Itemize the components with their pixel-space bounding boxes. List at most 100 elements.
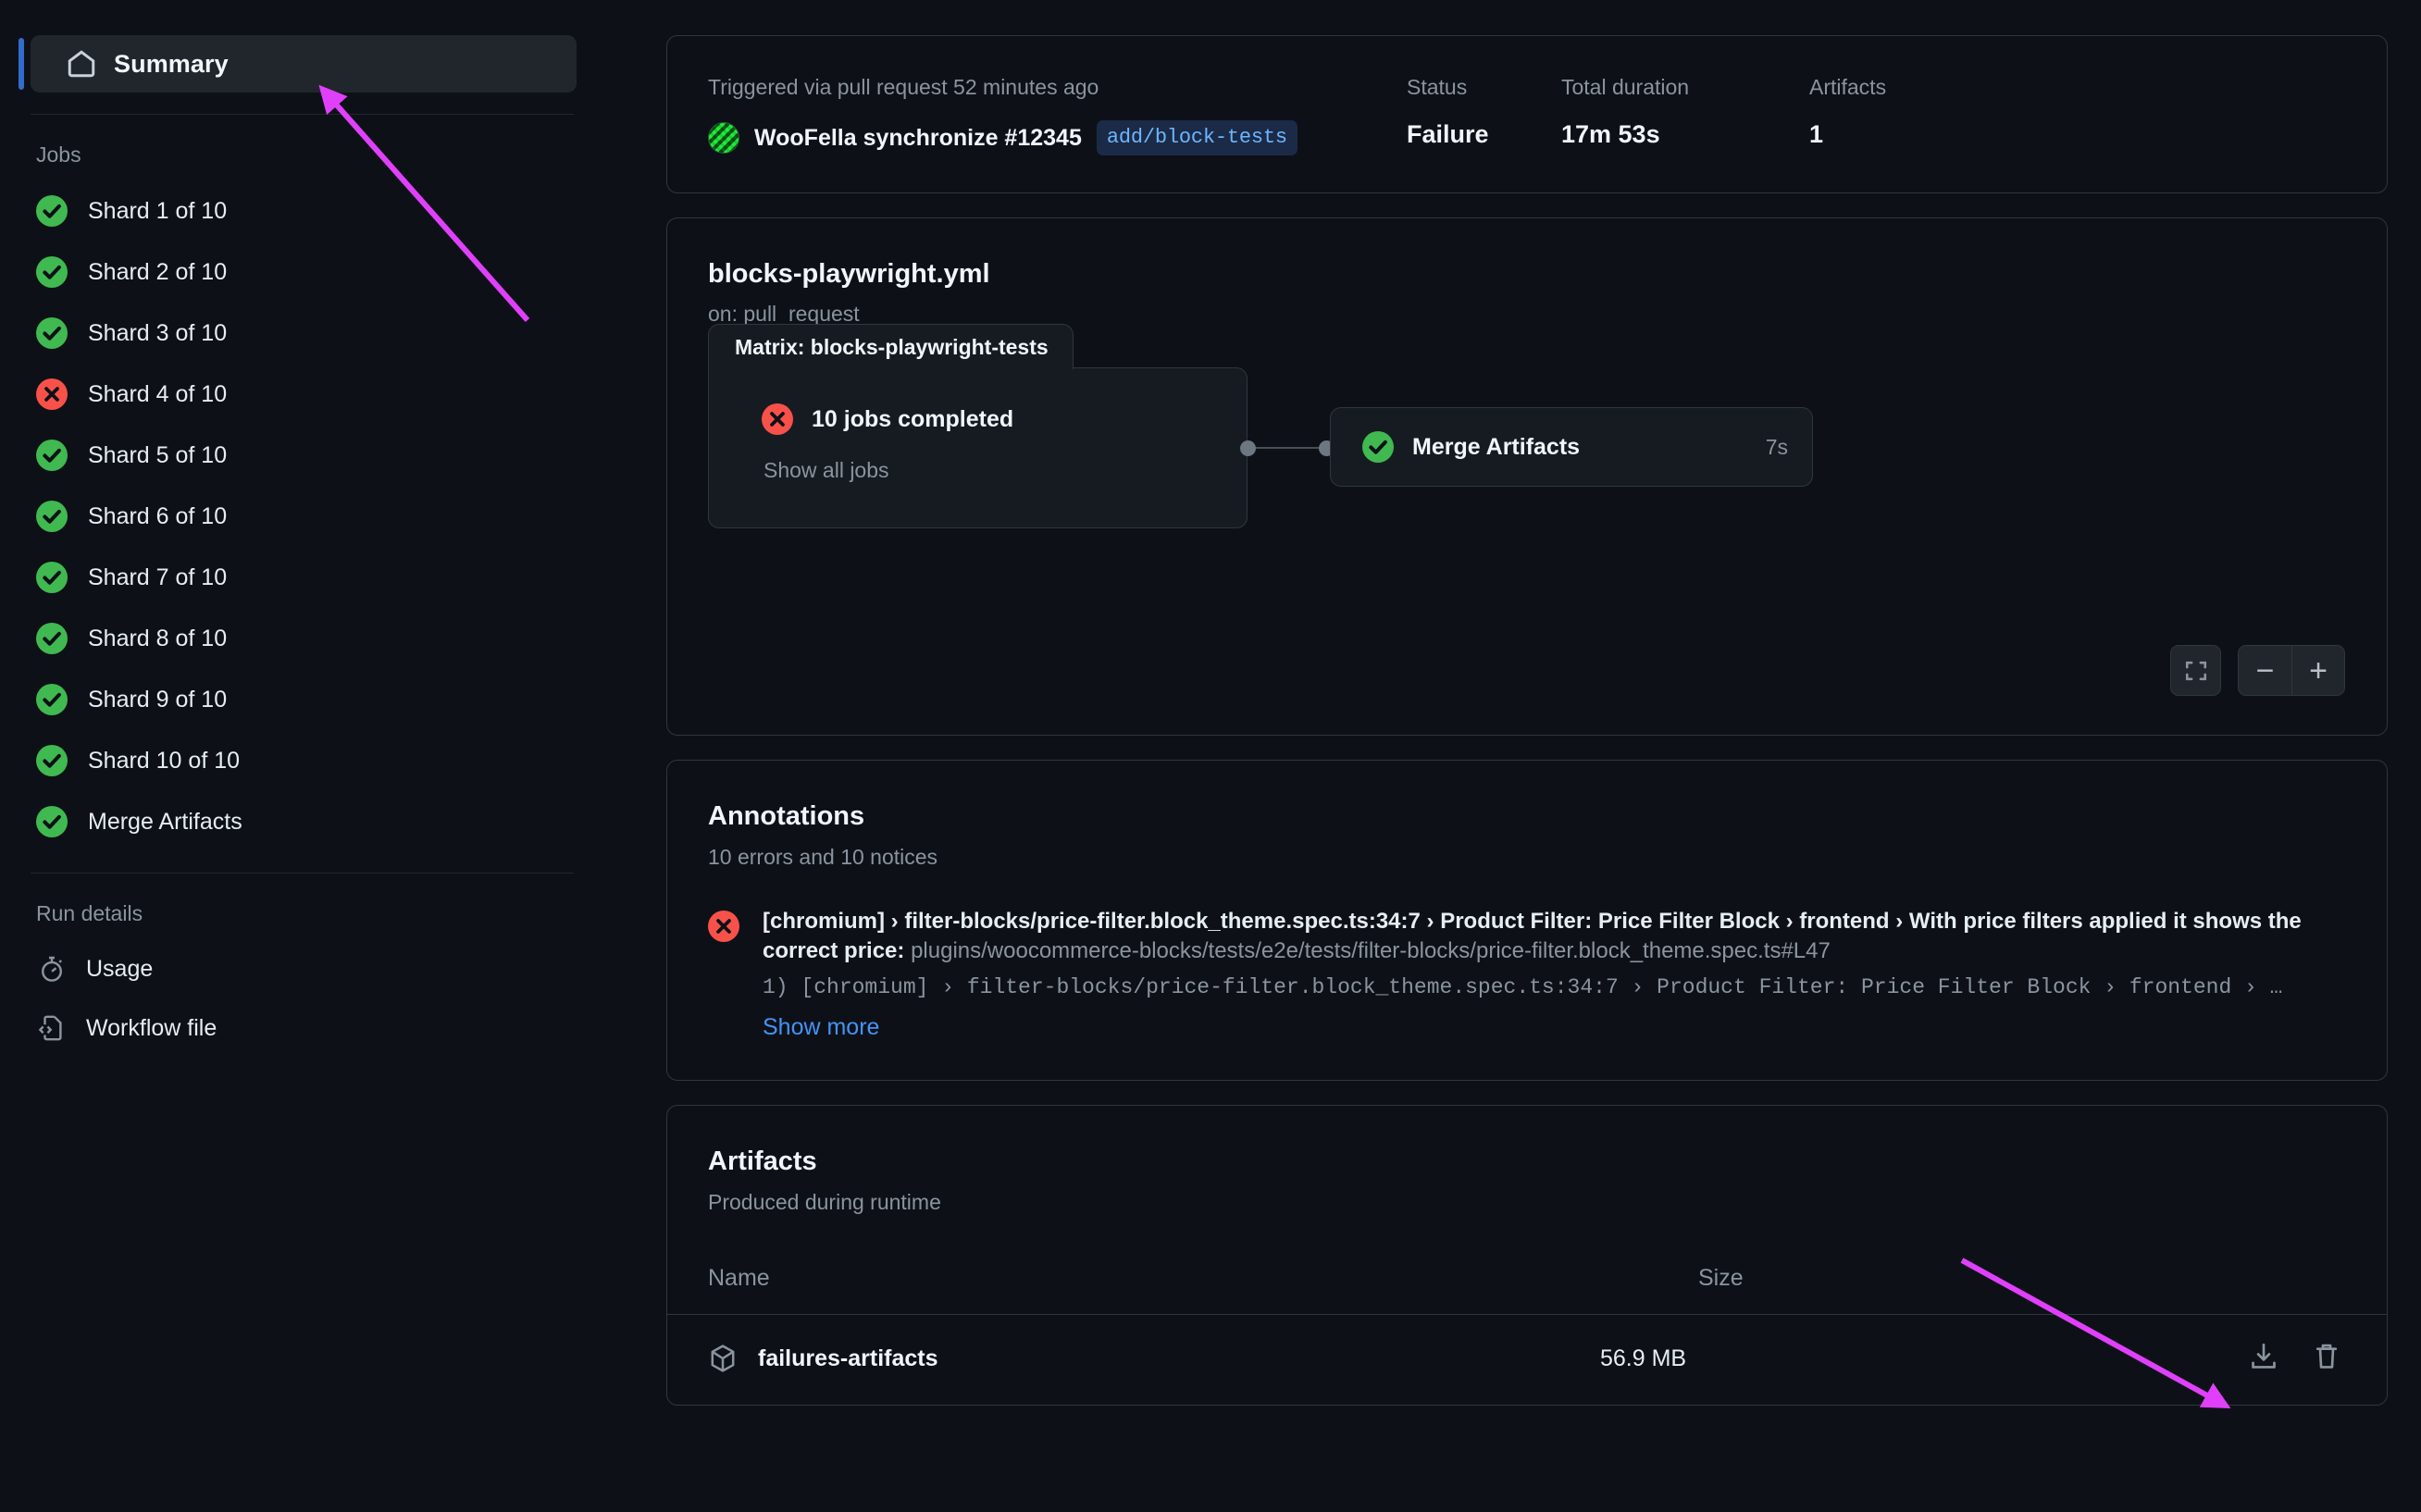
avatar [708, 122, 739, 154]
sidebar-divider-1 [31, 114, 574, 115]
home-icon [66, 48, 97, 80]
annotation-path: plugins/woocommerce-blocks/tests/e2e/tes… [911, 937, 1831, 963]
artifacts-table-header: Name Size [667, 1265, 2387, 1315]
annotation-item: [chromium] › filter-blocks/price-filter.… [708, 907, 2346, 1041]
artifacts-column-name: Name [708, 1264, 770, 1291]
sidebar-divider-2 [31, 873, 574, 874]
sidebar-job-label: Shard 4 of 10 [88, 380, 228, 407]
failure-icon [762, 403, 793, 435]
run-trigger-text: Triggered via pull request 52 minutes ag… [708, 75, 1099, 99]
sidebar-run-details-title: Run details [36, 901, 143, 925]
sidebar-job-item[interactable]: Merge Artifacts [31, 791, 648, 852]
code-file-icon [38, 1014, 66, 1042]
trash-icon[interactable] [2311, 1341, 2342, 1377]
graph-edge-dot-source [1240, 440, 1256, 456]
graph-node-matrix-tab: Matrix: blocks-playwright-tests [708, 324, 1074, 369]
download-icon[interactable] [2248, 1341, 2279, 1377]
artifacts-subtitle: Produced during runtime [708, 1189, 941, 1214]
annotations-title: Annotations [708, 801, 865, 831]
graph-node-merge-label: Merge Artifacts [1412, 433, 1581, 460]
success-icon [1362, 431, 1394, 463]
sidebar-item-workflow-file[interactable]: Workflow file [31, 998, 648, 1058]
sidebar-job-label: Shard 3 of 10 [88, 319, 228, 346]
sidebar-job-item[interactable]: Shard 6 of 10 [31, 486, 648, 547]
run-trigger-block: Triggered via pull request 52 minutes ag… [708, 75, 1407, 155]
failure-icon [708, 907, 739, 1041]
artifact-size: 56.9 MB [1600, 1345, 1687, 1371]
table-row: failures-artifacts 56.9 MB [667, 1315, 2387, 1405]
success-icon [36, 562, 68, 593]
sidebar-job-item[interactable]: Shard 2 of 10 [31, 242, 648, 303]
success-icon [36, 806, 68, 837]
workflow-file-name: blocks-playwright.yml [708, 259, 990, 289]
sidebar-job-label: Merge Artifacts [88, 808, 242, 835]
failure-icon [36, 378, 68, 410]
artifact-name[interactable]: failures-artifacts [758, 1345, 938, 1372]
zoom-in-button[interactable]: + [2291, 646, 2344, 695]
sidebar-jobs-title: Jobs [36, 143, 81, 167]
graph-matrix-jobs-row[interactable]: 10 jobs completed [762, 403, 1247, 435]
graph-edge [1248, 447, 1326, 449]
run-artifacts-value: 1 [1809, 120, 1824, 148]
annotation-text[interactable]: [chromium] › filter-blocks/price-filter.… [763, 907, 2346, 966]
fit-screen-button[interactable] [2170, 645, 2221, 696]
annotation-detail: 1) [chromium] › filter-blocks/price-filt… [763, 974, 2283, 999]
sidebar-item-summary[interactable]: Summary [19, 35, 577, 93]
graph-matrix-jobs-label: 10 jobs completed [812, 405, 1014, 432]
sidebar-job-item[interactable]: Shard 9 of 10 [31, 669, 648, 730]
sidebar-item-workflow-file-label: Workflow file [86, 1014, 217, 1041]
artifacts-column-size: Size [1698, 1264, 1744, 1291]
workflow-graph-card: blocks-playwright.yml on: pull_request M… [666, 217, 2388, 736]
artifacts-title: Artifacts [708, 1146, 817, 1176]
graph-node-merge-duration: 7s [1765, 434, 1788, 459]
artifacts-card: Artifacts Produced during runtime Name S… [666, 1104, 2388, 1406]
sidebar-job-label: Shard 10 of 10 [88, 747, 241, 774]
sidebar-job-label: Shard 8 of 10 [88, 625, 228, 651]
workflow-run-summary-page: Summary Jobs Shard 1 of 10 Shard 2 of 10 S… [0, 0, 2421, 1512]
workflow-graph[interactable]: Matrix: blocks-playwright-tests 10 jobs … [708, 324, 2346, 645]
sidebar-item-summary-label: Summary [114, 49, 229, 78]
zoom-out-button[interactable]: − [2239, 646, 2291, 695]
graph-zoom-controls: − + [2170, 645, 2345, 696]
sidebar-job-label: Shard 5 of 10 [88, 441, 228, 468]
success-icon [36, 440, 68, 471]
show-all-jobs-link[interactable]: Show all jobs [764, 458, 1247, 483]
run-status-block: Status Failure [1407, 75, 1561, 155]
sidebar-job-item[interactable]: Shard 1 of 10 [31, 180, 648, 242]
sidebar-job-item[interactable]: Shard 8 of 10 [31, 608, 648, 669]
sidebar-item-usage[interactable]: Usage [31, 939, 648, 998]
run-duration-value: 17m 53s [1561, 120, 1660, 148]
branch-badge[interactable]: add/block-tests [1096, 120, 1297, 155]
run-status-value: Failure [1407, 120, 1489, 148]
show-more-link[interactable]: Show more [763, 1014, 2346, 1041]
sidebar-job-item[interactable]: Shard 10 of 10 [31, 730, 648, 791]
sidebar-job-item[interactable]: Shard 7 of 10 [31, 547, 648, 608]
success-icon [36, 256, 68, 288]
run-artifacts-label: Artifacts [1809, 75, 1887, 99]
graph-node-matrix[interactable]: Matrix: blocks-playwright-tests 10 jobs … [708, 324, 1248, 528]
sidebar-jobs-list: Shard 1 of 10 Shard 2 of 10 Shard 3 of 10 S… [31, 180, 648, 852]
run-duration-label: Total duration [1561, 75, 1690, 99]
stopwatch-icon [38, 955, 66, 983]
sidebar-job-label: Shard 1 of 10 [88, 197, 228, 224]
sidebar-job-label: Shard 2 of 10 [88, 258, 228, 285]
annotations-subtitle: 10 errors and 10 notices [708, 845, 938, 869]
graph-node-matrix-title: Matrix: blocks-playwright-tests [735, 334, 1049, 359]
success-icon [36, 501, 68, 532]
run-actor-label[interactable]: WooFella synchronize #12345 [754, 125, 1082, 152]
success-icon [36, 195, 68, 227]
sidebar-job-item[interactable]: Shard 4 of 10 [31, 364, 648, 425]
workflow-trigger: on: pull_request [708, 302, 860, 326]
sidebar-job-label: Shard 7 of 10 [88, 564, 228, 590]
sidebar-job-label: Shard 9 of 10 [88, 686, 228, 713]
graph-zoom-pair: − + [2238, 645, 2345, 696]
sidebar-job-item[interactable]: Shard 3 of 10 [31, 303, 648, 364]
package-icon [708, 1344, 738, 1373]
run-header-card: Triggered via pull request 52 minutes ag… [666, 35, 2388, 193]
sidebar-item-usage-label: Usage [86, 955, 154, 982]
graph-node-merge-artifacts[interactable]: Merge Artifacts 7s [1330, 407, 1813, 487]
sidebar: Summary Jobs Shard 1 of 10 Shard 2 of 10 S… [0, 0, 648, 1512]
success-icon [36, 684, 68, 715]
sidebar-job-item[interactable]: Shard 5 of 10 [31, 425, 648, 486]
run-duration-block: Total duration 17m 53s [1561, 75, 1809, 155]
